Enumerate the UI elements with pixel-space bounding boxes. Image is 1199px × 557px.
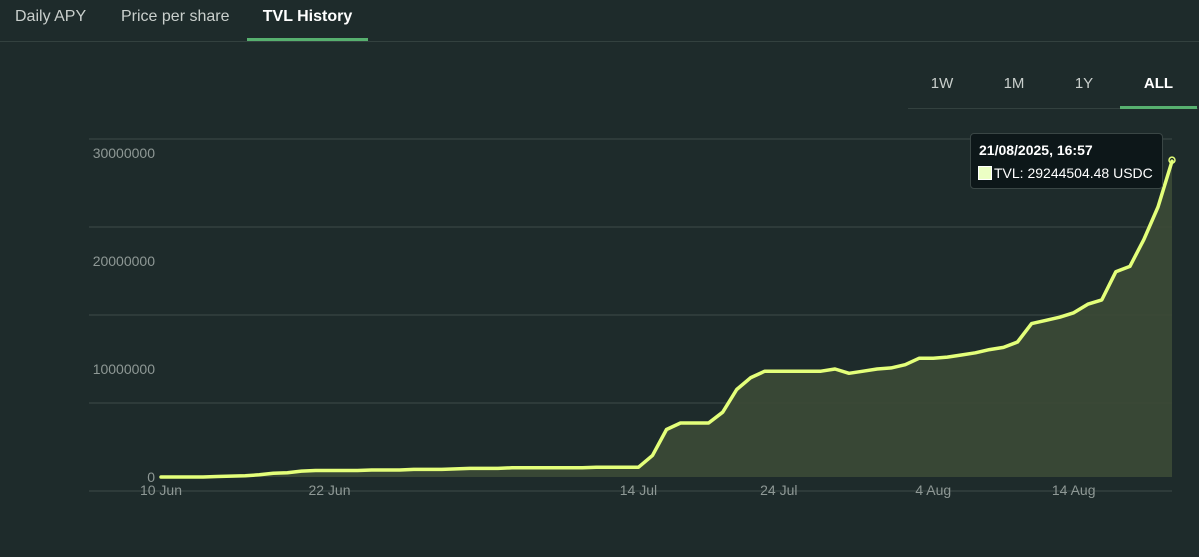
x-tick-label: 24 Jul [760,482,797,498]
y-tick-label: 20000000 [93,253,156,269]
x-tick-label: 14 Aug [1052,482,1096,498]
x-tick-label: 10 Jun [140,482,182,498]
tooltip-value: TVL: 29244504.48 USDC [994,165,1153,181]
x-tick-label: 14 Jul [620,482,657,498]
tvl-history-panel: Daily APY Price per share TVL History 1W… [0,0,1199,557]
y-tick-label: 30000000 [93,145,156,161]
chart-tooltip: 21/08/2025, 16:57 TVL: 29244504.48 USDC [970,133,1163,189]
x-tick-label: 22 Jun [308,482,350,498]
tvl-area-chart[interactable]: 010000000200000003000000010 Jun 22 Jun 14 … [0,0,1199,557]
y-tick-label: 10000000 [93,361,156,377]
x-tick-label: 4 Aug [915,482,951,498]
tooltip-date: 21/08/2025, 16:57 [979,142,1093,158]
series-swatch [978,166,992,180]
tooltip-row: TVL: 29244504.48 USDC [978,165,1153,181]
